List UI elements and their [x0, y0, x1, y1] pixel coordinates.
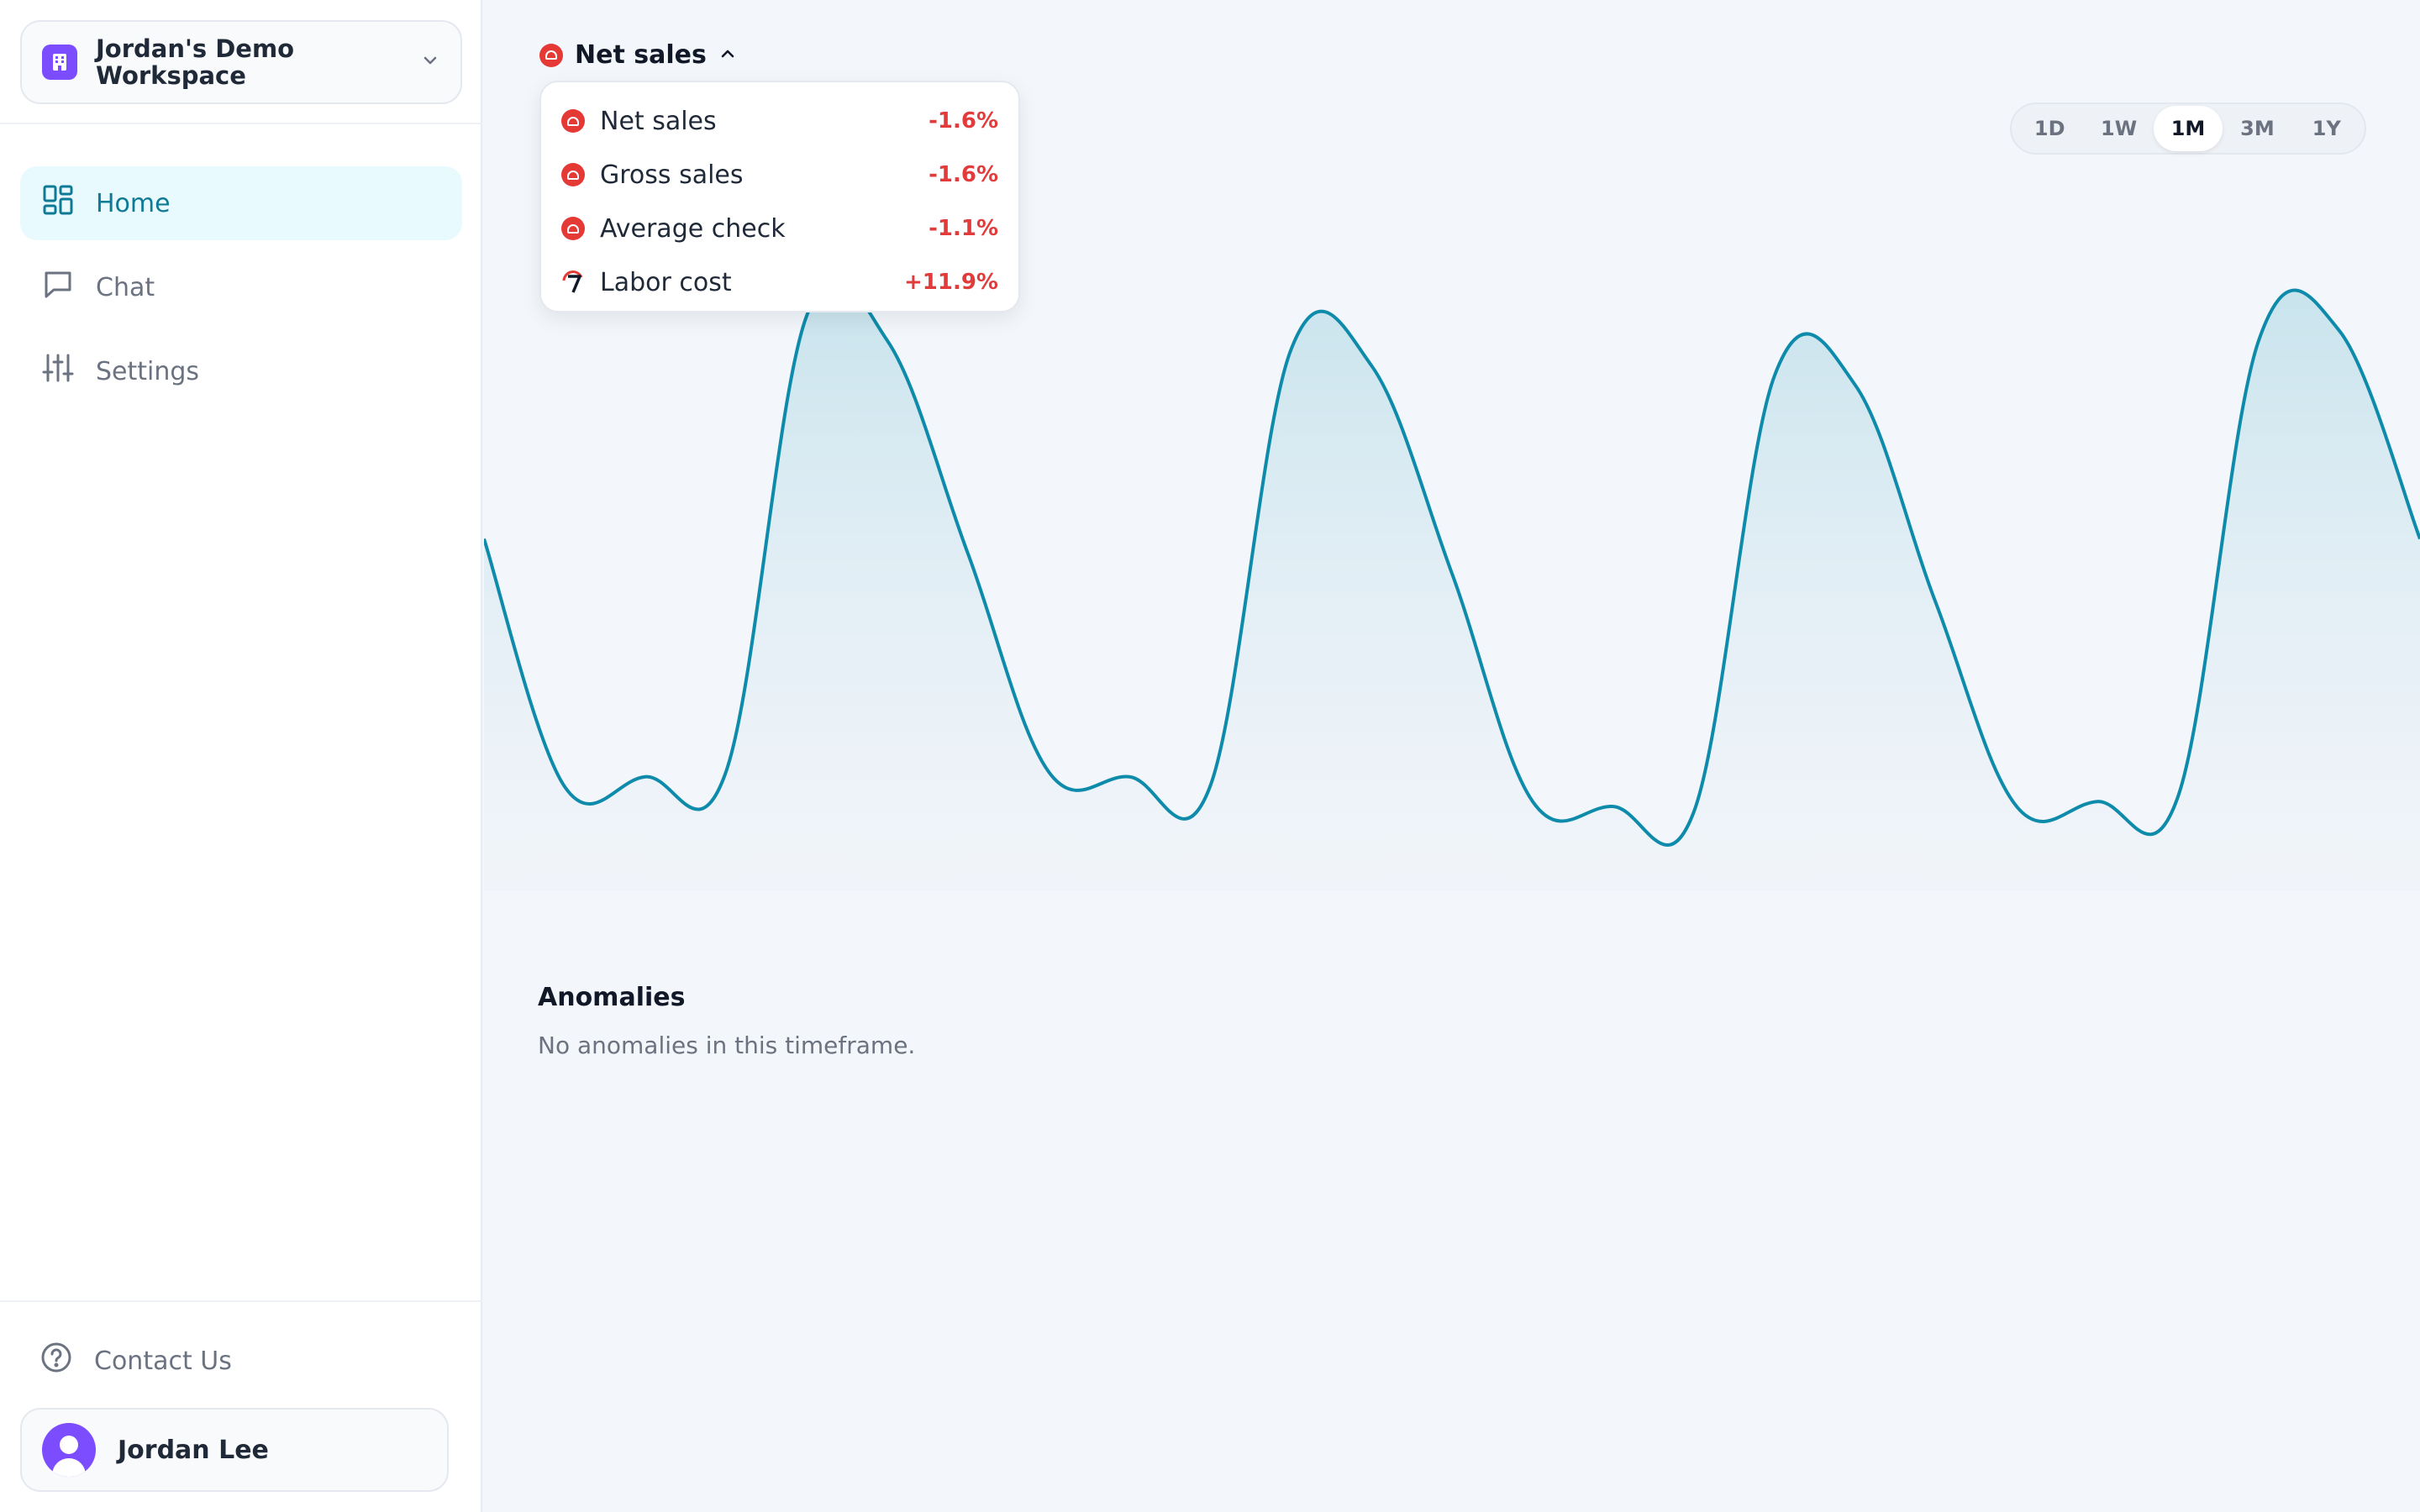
metric-option-label: Net sales — [600, 106, 717, 136]
seven-brand-icon — [561, 270, 585, 294]
metric-selector[interactable]: Net sales — [539, 40, 737, 70]
chevron-down-icon — [420, 50, 440, 74]
red-brand-icon — [561, 217, 585, 240]
dashboard-icon — [42, 184, 74, 223]
metric-option-labor-cost[interactable]: Labor cost +11.9% — [561, 255, 998, 309]
building-icon — [42, 45, 77, 80]
range-1d-button[interactable]: 1D — [2015, 106, 2084, 151]
metric-option-delta: -1.1% — [929, 216, 998, 241]
chart-area-fill — [484, 286, 2420, 890]
range-1w-button[interactable]: 1W — [2084, 106, 2153, 151]
avatar — [42, 1423, 96, 1477]
sidebar-item-label: Home — [96, 188, 171, 218]
anomalies-title: Anomalies — [538, 983, 686, 1012]
main-content: Net sales Net sales -1.6% Gross sales -1… — [484, 0, 2420, 1512]
metric-option-delta: -1.6% — [929, 162, 998, 187]
net-sales-chart — [484, 286, 2420, 890]
contact-us-label: Contact Us — [94, 1346, 232, 1376]
red-brand-icon — [539, 43, 563, 67]
sidebar: Jordan's Demo Workspace Home Chat Settin… — [0, 0, 482, 1512]
red-brand-icon — [561, 109, 585, 133]
metric-option-net-sales[interactable]: Net sales -1.6% — [561, 94, 998, 148]
user-name: Jordan Lee — [118, 1435, 269, 1465]
sliders-icon — [42, 352, 74, 391]
metric-option-gross-sales[interactable]: Gross sales -1.6% — [561, 148, 998, 202]
sidebar-item-label: Chat — [96, 272, 155, 302]
metric-option-label: Labor cost — [600, 267, 732, 297]
range-1m-button[interactable]: 1M — [2153, 106, 2223, 151]
metric-option-label: Average check — [600, 213, 786, 244]
workspace-switcher[interactable]: Jordan's Demo Workspace — [20, 20, 462, 104]
sidebar-item-chat[interactable]: Chat — [20, 250, 462, 324]
sidebar-item-home[interactable]: Home — [20, 166, 462, 240]
chevron-up-icon — [718, 40, 737, 70]
metric-option-delta: +11.9% — [904, 270, 998, 295]
metric-dropdown: Net sales -1.6% Gross sales -1.6% Averag… — [539, 81, 1020, 312]
help-circle-icon — [40, 1341, 72, 1380]
sidebar-nav: Home Chat Settings — [20, 166, 462, 418]
time-range-toggle: 1D 1W 1M 3M 1Y — [2010, 102, 2366, 155]
contact-us-link[interactable]: Contact Us — [20, 1326, 462, 1396]
metric-selected-label: Net sales — [575, 40, 707, 70]
sidebar-item-label: Settings — [96, 356, 200, 386]
workspace-name: Jordan's Demo Workspace — [96, 34, 295, 90]
sidebar-item-settings[interactable]: Settings — [20, 334, 462, 408]
metric-option-delta: -1.6% — [929, 108, 998, 134]
range-3m-button[interactable]: 3M — [2223, 106, 2291, 151]
sidebar-divider — [0, 123, 482, 124]
red-brand-icon — [561, 163, 585, 186]
range-1y-button[interactable]: 1Y — [2292, 106, 2361, 151]
anomalies-empty-text: No anomalies in this timeframe. — [538, 1032, 916, 1059]
chat-icon — [42, 268, 74, 307]
user-menu[interactable]: Jordan Lee — [20, 1408, 449, 1492]
metric-option-label: Gross sales — [600, 160, 744, 190]
metric-option-average-check[interactable]: Average check -1.1% — [561, 202, 998, 255]
sidebar-divider — [0, 1300, 482, 1302]
